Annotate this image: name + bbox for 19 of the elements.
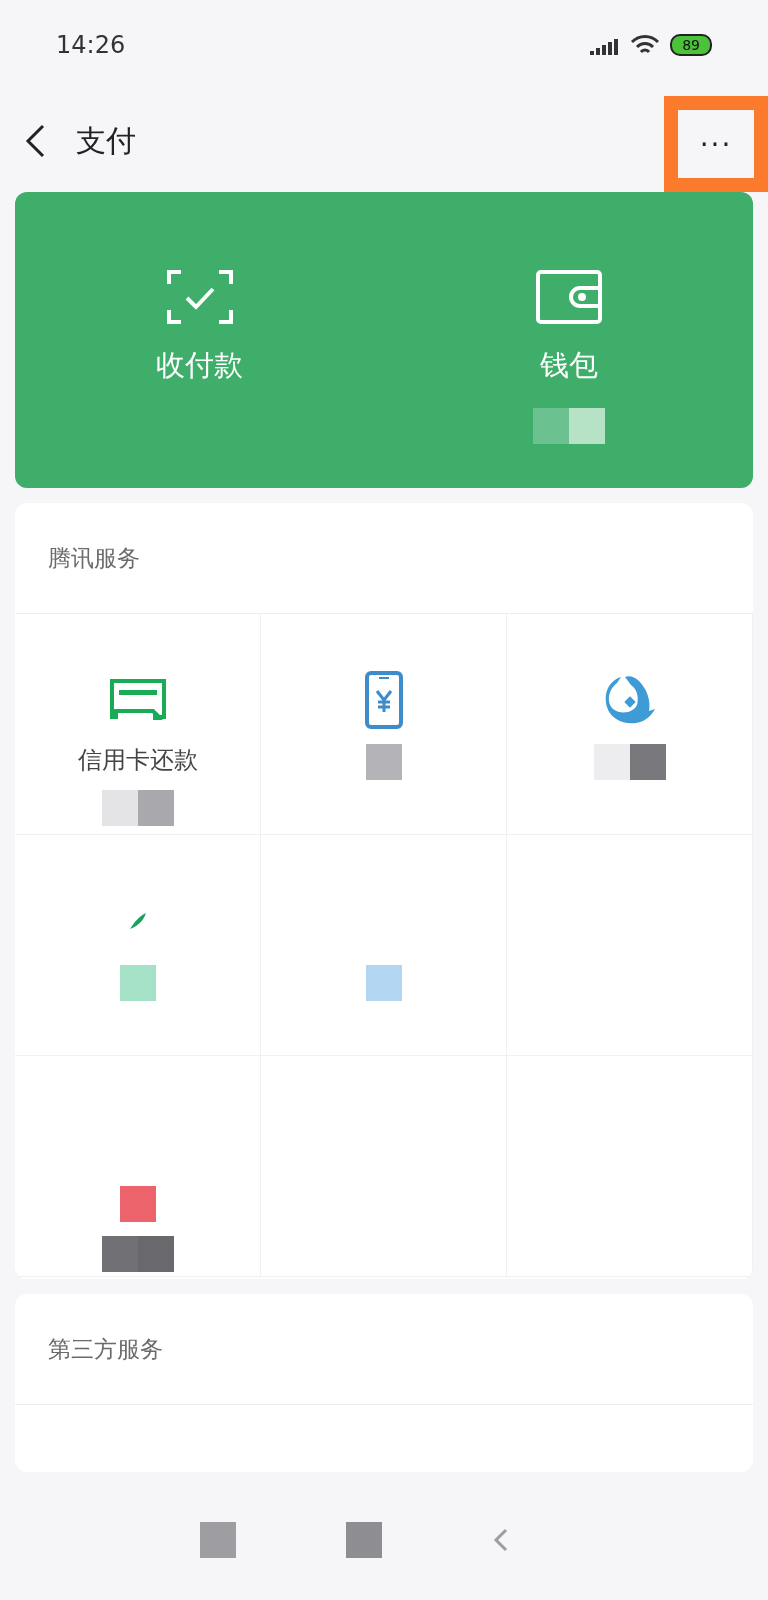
page-title: 支付	[76, 121, 137, 160]
wallet-icon	[535, 270, 602, 324]
service-tile[interactable]	[507, 614, 753, 835]
card-icon	[108, 678, 167, 722]
section-title: 腾讯服务	[15, 503, 753, 614]
back-icon[interactable]	[24, 124, 46, 158]
battery-level: 89	[670, 34, 712, 56]
phone-icon	[364, 671, 403, 729]
nav-icon[interactable]	[200, 1522, 236, 1558]
service-tile[interactable]	[261, 614, 507, 835]
service-label[interactable]: 信用卡还款	[77, 744, 198, 776]
scan-icon	[166, 270, 233, 324]
section-title: 第三方服务	[15, 1294, 753, 1405]
service-tile[interactable]: 信用卡还款	[15, 614, 261, 835]
service-tile[interactable]	[261, 835, 507, 1056]
status-time: 14:26	[56, 31, 126, 59]
nav-icon[interactable]	[346, 1522, 382, 1558]
service-tile[interactable]	[15, 835, 261, 1056]
leaf-icon	[127, 911, 148, 931]
